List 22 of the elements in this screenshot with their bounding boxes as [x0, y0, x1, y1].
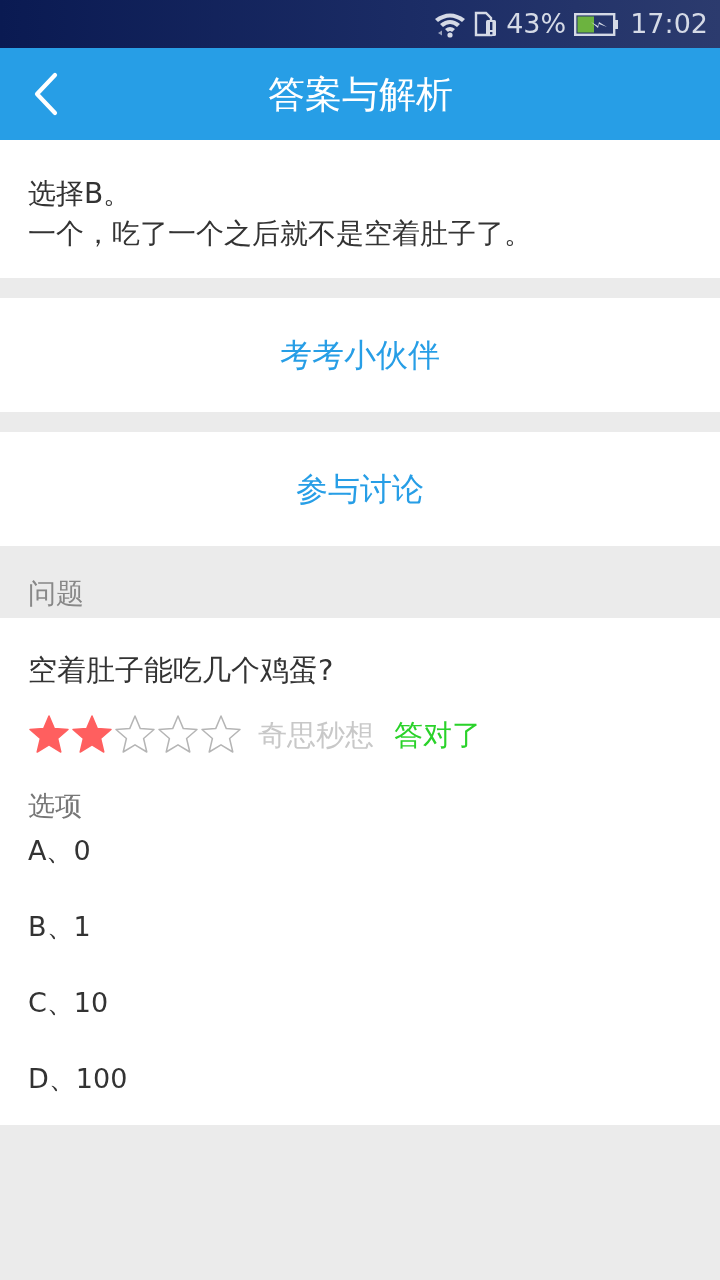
star-empty-icon	[200, 714, 242, 756]
battery-charging-icon	[574, 12, 619, 36]
option-text: C、10	[28, 986, 110, 1020]
option-text: B、1	[28, 910, 92, 944]
action-button[interactable]: 考考小伙伴	[260, 329, 460, 381]
star-filled-icon	[28, 714, 70, 756]
star-empty-icon	[157, 714, 199, 756]
options-label: 选项	[28, 789, 83, 823]
answer-text: 一个，吃了一个之后就不是空着肚子了。	[28, 216, 533, 252]
option-text: D、100	[28, 1062, 129, 1096]
clock-time: 17:02	[630, 6, 708, 41]
star-empty-icon	[114, 714, 156, 756]
battery-percent: 43%	[506, 6, 567, 41]
star-filled-icon	[71, 714, 113, 756]
answer-text: 选择B。	[28, 176, 133, 212]
section-label: 问题	[28, 576, 84, 612]
sim-card-alert-icon	[474, 11, 499, 37]
page-title: 答案与解析	[267, 75, 453, 113]
option-text: A、0	[28, 834, 92, 868]
result-label: 答对了	[394, 717, 481, 754]
action-button[interactable]: 参与讨论	[276, 463, 444, 515]
question-text: 空着肚子能吃几个鸡蛋?	[28, 652, 335, 689]
